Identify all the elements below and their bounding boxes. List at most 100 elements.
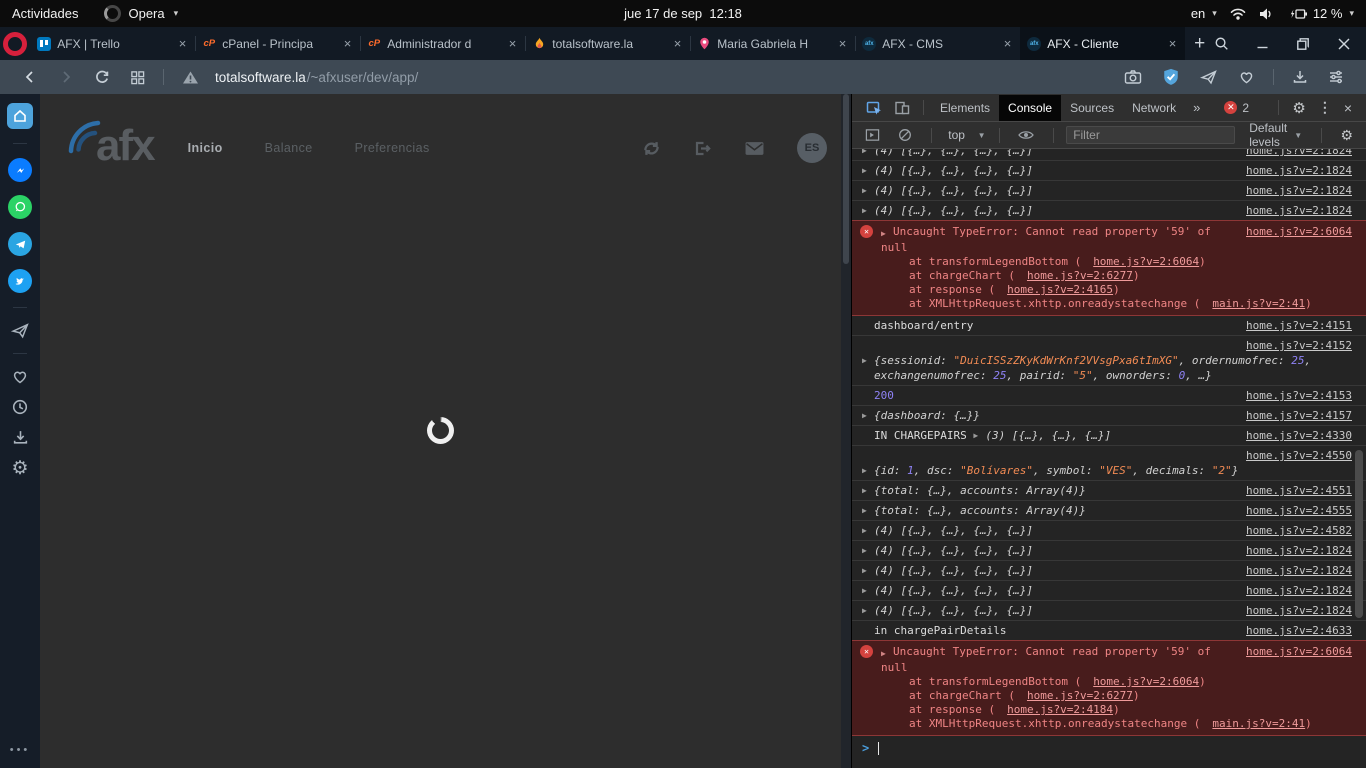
source-link[interactable]: home.js?v=2:6064 xyxy=(1093,255,1199,268)
expand-caret-icon[interactable]: ▶ xyxy=(862,563,874,578)
new-tab-button[interactable]: + xyxy=(1185,27,1214,60)
battery-indicator[interactable]: 12 % ▾ xyxy=(1288,6,1354,21)
wifi-icon[interactable] xyxy=(1230,7,1246,21)
address-bar[interactable]: totalsoftware.la/~afxuser/dev/app/ xyxy=(215,70,418,85)
source-link[interactable]: home.js?v=2:4551 xyxy=(1246,483,1352,498)
page-scrollbar[interactable] xyxy=(841,94,851,768)
browser-tab[interactable]: afxAFX - CMS× xyxy=(855,27,1020,60)
expand-caret-icon[interactable]: ▶ xyxy=(862,353,874,368)
browser-tab[interactable]: totalsoftware.la× xyxy=(525,27,690,60)
reload-button[interactable] xyxy=(86,69,118,85)
tab-close-button[interactable]: × xyxy=(177,36,189,51)
source-link[interactable]: home.js?v=2:1824 xyxy=(1246,149,1352,158)
sidebar-speed-dial-icon[interactable] xyxy=(7,103,33,129)
expand-caret-icon[interactable]: ▶ xyxy=(862,149,874,158)
sidebar-history-icon[interactable] xyxy=(11,398,29,416)
expand-caret-icon[interactable]: ▶ xyxy=(881,644,893,661)
devtools-tab-network[interactable]: Network xyxy=(1123,95,1185,121)
live-expression-eye-icon[interactable] xyxy=(1012,129,1040,141)
sidebar-twitter-icon[interactable] xyxy=(8,269,32,293)
tab-close-button[interactable]: × xyxy=(672,36,684,51)
expand-caret-icon[interactable]: ▶ xyxy=(862,583,874,598)
back-button[interactable] xyxy=(14,69,46,85)
sidebar-settings-icon[interactable]: ⚙ xyxy=(11,459,28,478)
vpn-shield-badge[interactable] xyxy=(1154,68,1188,86)
tab-close-button[interactable]: × xyxy=(342,36,354,51)
window-close-button[interactable] xyxy=(1337,37,1351,51)
nav-link-balance[interactable]: Balance xyxy=(265,141,313,155)
source-link[interactable]: home.js?v=2:4184 xyxy=(1007,703,1113,716)
sidebar-telegram-icon[interactable] xyxy=(8,232,32,256)
source-link[interactable]: home.js?v=2:1824 xyxy=(1246,583,1352,598)
tab-close-button[interactable]: × xyxy=(1167,36,1179,51)
js-context-dropdown[interactable]: top ▼ xyxy=(948,128,985,142)
source-link[interactable]: home.js?v=2:4157 xyxy=(1246,408,1352,423)
window-minimize-button[interactable] xyxy=(1256,37,1269,50)
source-link[interactable]: home.js?v=2:4555 xyxy=(1246,503,1352,518)
expand-caret-icon[interactable]: ▶ xyxy=(862,543,874,558)
sidebar-ellipsis-icon[interactable]: ••• xyxy=(10,745,31,756)
browser-tab[interactable]: cPcPanel - Principa× xyxy=(195,27,360,60)
error-count-badge[interactable]: ✕ 2 xyxy=(1224,101,1249,115)
expand-caret-icon[interactable]: ▶ xyxy=(881,224,893,241)
source-link[interactable]: home.js?v=2:6277 xyxy=(1027,269,1133,282)
browser-tab[interactable]: afxAFX - Cliente× xyxy=(1020,27,1185,60)
source-link[interactable]: home.js?v=2:4151 xyxy=(1246,318,1352,333)
forward-button[interactable] xyxy=(50,69,82,85)
more-tabs-icon[interactable]: » xyxy=(1185,100,1208,115)
tab-close-button[interactable]: × xyxy=(837,36,849,51)
inspect-element-icon[interactable] xyxy=(860,100,888,116)
volume-icon[interactable] xyxy=(1259,7,1275,21)
source-link[interactable]: home.js?v=2:4165 xyxy=(1007,283,1113,296)
device-toolbar-icon[interactable] xyxy=(888,100,916,116)
site-logo[interactable]: afx xyxy=(64,118,154,174)
source-link[interactable]: home.js?v=2:4153 xyxy=(1246,388,1352,403)
source-link[interactable]: home.js?v=2:4330 xyxy=(1246,428,1352,443)
keyboard-layout-menu[interactable]: en ▾ xyxy=(1191,6,1217,21)
opera-logo-icon[interactable] xyxy=(0,27,30,60)
downloads-button[interactable] xyxy=(1284,69,1316,85)
sidebar-my-flow-icon[interactable] xyxy=(11,322,30,339)
devtools-settings-gear-icon[interactable]: ⚙ xyxy=(1286,99,1311,117)
snapshot-camera-button[interactable] xyxy=(1116,69,1150,85)
expand-caret-icon[interactable]: ▶ xyxy=(862,163,874,178)
mail-icon[interactable] xyxy=(745,141,764,156)
source-link[interactable]: main.js?v=2:41 xyxy=(1212,717,1305,730)
clear-console-icon[interactable] xyxy=(892,128,918,142)
console-prompt[interactable]: > xyxy=(852,736,1366,760)
console-filter-input[interactable] xyxy=(1066,126,1235,144)
nav-link-inicio[interactable]: Inicio xyxy=(188,141,223,155)
my-flow-send-button[interactable] xyxy=(1192,69,1226,85)
source-link[interactable]: main.js?v=2:41 xyxy=(1212,297,1305,310)
source-link[interactable]: home.js?v=2:1824 xyxy=(1246,563,1352,578)
expand-caret-icon[interactable]: ▶ xyxy=(862,463,874,478)
expand-caret-icon[interactable]: ▶ xyxy=(862,183,874,198)
source-link[interactable]: home.js?v=2:6064 xyxy=(1093,675,1199,688)
source-link[interactable]: home.js?v=2:6277 xyxy=(1027,689,1133,702)
system-clock[interactable]: jue 17 de sep 12:18 xyxy=(624,6,742,21)
source-link[interactable]: home.js?v=2:1824 xyxy=(1246,543,1352,558)
console-sidebar-toggle-icon[interactable] xyxy=(859,128,886,142)
sidebar-messenger-icon[interactable] xyxy=(8,158,32,182)
source-link[interactable]: home.js?v=2:4152 xyxy=(1246,339,1352,352)
source-link[interactable]: home.js?v=2:6064 xyxy=(1246,224,1352,239)
console-settings-gear-icon[interactable]: ⚙ xyxy=(1334,127,1359,144)
sidebar-bookmarks-icon[interactable] xyxy=(11,368,29,385)
devtools-tab-sources[interactable]: Sources xyxy=(1061,95,1123,121)
tab-close-button[interactable]: × xyxy=(1002,36,1014,51)
sidebar-whatsapp-icon[interactable] xyxy=(8,195,32,219)
nav-link-preferencias[interactable]: Preferencias xyxy=(355,141,430,155)
browser-tab[interactable]: AFX | Trello× xyxy=(30,27,195,60)
devtools-tab-console[interactable]: Console xyxy=(999,95,1061,121)
expand-caret-icon[interactable]: ▶ xyxy=(862,603,874,618)
expand-caret-icon[interactable]: ▶ xyxy=(973,428,985,443)
sidebar-setup-button[interactable] xyxy=(1320,69,1352,85)
sidebar-downloads-icon[interactable] xyxy=(12,429,29,446)
expand-caret-icon[interactable]: ▶ xyxy=(862,408,874,423)
source-link[interactable]: home.js?v=2:4582 xyxy=(1246,523,1352,538)
devtools-close-icon[interactable]: × xyxy=(1338,100,1358,116)
expand-caret-icon[interactable]: ▶ xyxy=(862,203,874,218)
source-link[interactable]: home.js?v=2:1824 xyxy=(1246,183,1352,198)
window-restore-button[interactable] xyxy=(1296,37,1310,51)
bookmark-heart-button[interactable] xyxy=(1230,69,1263,85)
